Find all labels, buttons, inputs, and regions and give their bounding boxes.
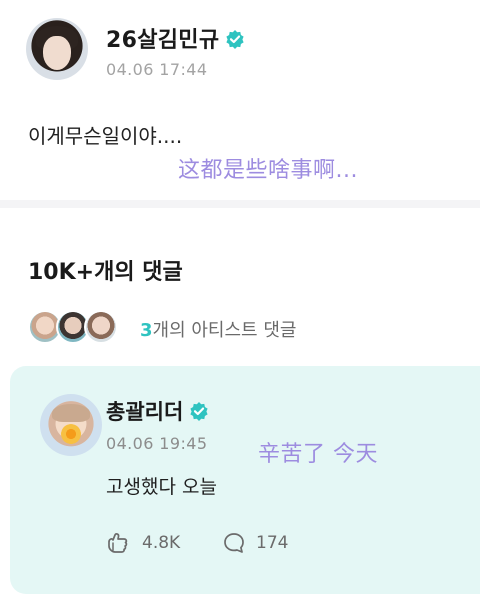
section-divider bbox=[0, 200, 480, 208]
like-count: 4.8K bbox=[142, 533, 181, 553]
avatar-face bbox=[43, 36, 71, 70]
like-hand-icon bbox=[108, 533, 128, 553]
artist-avatar bbox=[84, 310, 118, 344]
comment-translation-caption: 辛苦了 今天 bbox=[258, 442, 378, 467]
comment-actions: 4.8K 174 bbox=[106, 530, 406, 556]
artist-comment-count: 3 bbox=[140, 320, 153, 341]
post: 26살김민규 04.06 17:44 이게무슨일이야.... 这都是些啥事啊..… bbox=[0, 0, 480, 200]
artist-comments-link[interactable]: 3개의 아티스트 댓글 bbox=[28, 310, 388, 346]
comment-card[interactable]: 총괄리더 04.06 19:45 辛苦了 今天 고생했다 오늘 4.8K 174 bbox=[10, 366, 480, 594]
verified-badge-icon bbox=[226, 30, 244, 49]
reply-button[interactable]: 174 bbox=[222, 530, 288, 556]
commenter-name[interactable]: 총괄리더 bbox=[106, 396, 209, 426]
artist-comments-label: 3개의 아티스트 댓글 bbox=[140, 316, 296, 342]
comment-timestamp: 04.06 19:45 bbox=[106, 434, 208, 453]
commenter-avatar[interactable] bbox=[40, 394, 102, 456]
post-body: 이게무슨일이야.... bbox=[28, 124, 183, 148]
author-avatar[interactable] bbox=[26, 18, 88, 80]
comment-bubble-icon bbox=[224, 533, 244, 553]
avatar-hair bbox=[52, 404, 90, 422]
author-name[interactable]: 26살김민규 bbox=[106, 22, 245, 54]
like-button[interactable]: 4.8K bbox=[106, 530, 180, 556]
reply-count: 174 bbox=[256, 533, 289, 553]
flower-emoji-icon bbox=[61, 424, 81, 444]
post-translation-caption: 这都是些啥事啊... bbox=[178, 158, 358, 183]
commenter-name-text: 총괄리더 bbox=[106, 400, 184, 424]
post-timestamp: 04.06 17:44 bbox=[106, 60, 208, 79]
comments-count-header: 10K+개의 댓글 bbox=[28, 260, 183, 285]
verified-badge-icon bbox=[190, 402, 208, 421]
author-name-text: 26살김민규 bbox=[106, 28, 220, 53]
comment-body: 고생했다 오늘 bbox=[106, 476, 217, 498]
artist-comment-label-text: 개의 아티스트 댓글 bbox=[152, 320, 297, 341]
